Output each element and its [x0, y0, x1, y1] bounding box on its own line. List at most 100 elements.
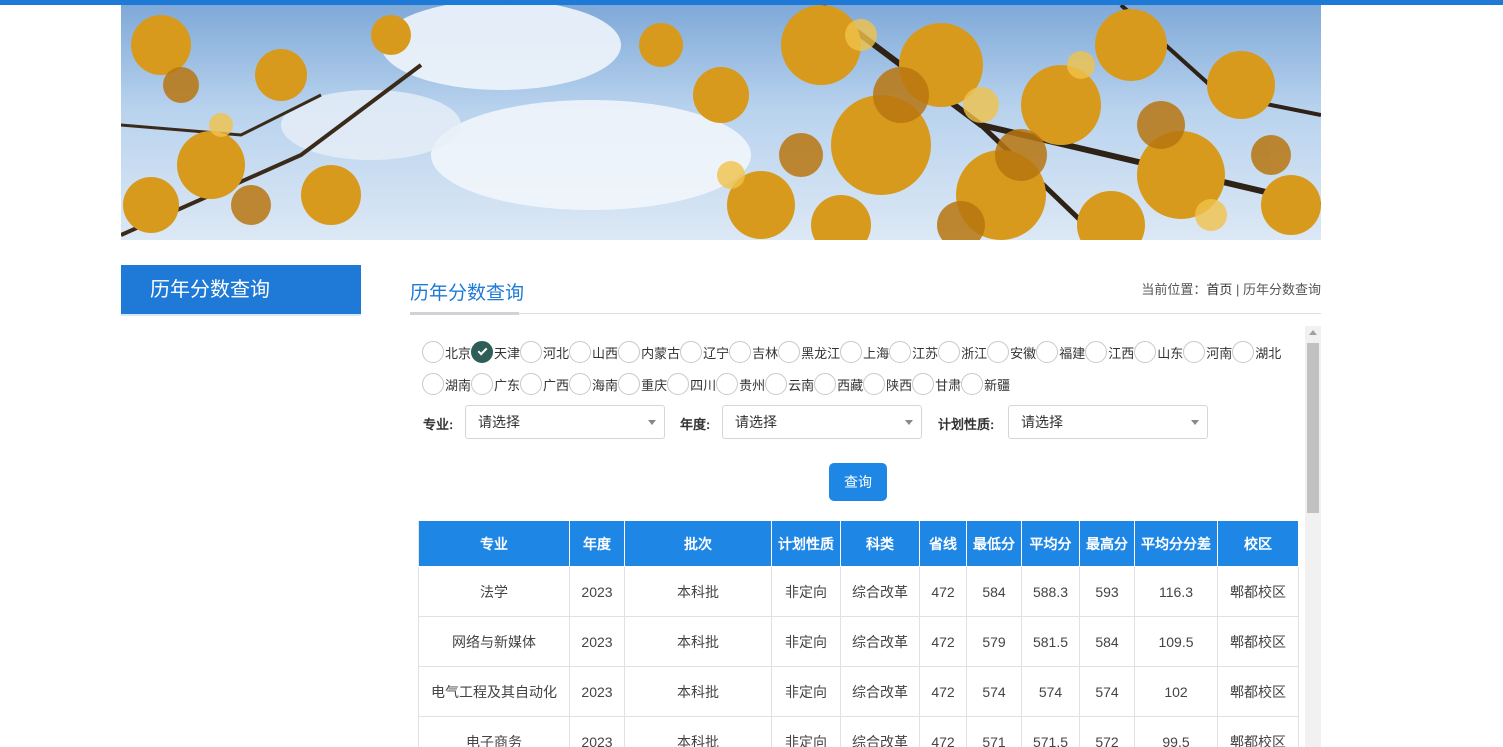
table-header-cell: 平均分	[1021, 520, 1080, 567]
year-label: 年度:	[680, 417, 711, 432]
radio-icon[interactable]	[1183, 341, 1206, 363]
province-option[interactable]: 甘肃	[912, 373, 961, 395]
radio-icon[interactable]	[667, 373, 690, 395]
table-cell: 109.5	[1134, 616, 1218, 667]
radio-icon[interactable]	[422, 341, 444, 363]
radio-icon[interactable]	[520, 373, 543, 395]
radio-icon[interactable]	[1036, 341, 1059, 363]
province-option[interactable]: 海南	[569, 373, 618, 395]
radio-icon[interactable]	[863, 373, 886, 395]
breadcrumb-current: 历年分数查询	[1242, 282, 1321, 297]
province-option[interactable]: 江苏	[889, 341, 938, 363]
province-option[interactable]: 吉林	[729, 341, 778, 363]
radio-icon[interactable]	[912, 373, 935, 395]
filter-bar: 专业: 请选择 年度: 请选择 计划性质: 请选择	[423, 405, 1303, 439]
radio-icon[interactable]	[987, 341, 1010, 363]
province-option[interactable]: 北京	[422, 341, 471, 363]
scrollbar-thumb[interactable]	[1307, 343, 1319, 513]
table-cell: 法学	[418, 566, 570, 617]
table-cell: 郫都校区	[1217, 566, 1299, 617]
table-cell: 593	[1079, 566, 1135, 617]
province-option[interactable]: 新疆	[961, 373, 1010, 395]
province-option[interactable]: 辽宁	[680, 341, 729, 363]
table-cell: 99.5	[1134, 716, 1218, 747]
province-option[interactable]: 天津	[471, 341, 520, 363]
table-header-cell: 最高分	[1079, 520, 1135, 567]
radio-icon[interactable]	[1232, 341, 1255, 363]
page-title: 历年分数查询	[410, 283, 525, 304]
province-label: 黑龙江	[801, 345, 841, 361]
province-option[interactable]: 贵州	[716, 373, 765, 395]
breadcrumb-separator: |	[1235, 282, 1240, 297]
table-cell: 581.5	[1021, 616, 1080, 667]
query-button[interactable]: 查询	[829, 463, 887, 501]
table-cell: 综合改革	[840, 616, 920, 667]
province-option[interactable]: 重庆	[618, 373, 667, 395]
checkmark-icon	[477, 345, 487, 356]
province-option[interactable]: 湖南	[422, 373, 471, 395]
province-option[interactable]: 河北	[520, 341, 569, 363]
table-cell: 588.3	[1021, 566, 1080, 617]
province-option[interactable]: 山东	[1134, 341, 1183, 363]
table-cell: 综合改革	[840, 566, 920, 617]
province-label: 辽宁	[703, 345, 730, 361]
province-label: 湖南	[445, 377, 472, 393]
province-option[interactable]: 福建	[1036, 341, 1085, 363]
radio-checked-icon[interactable]	[471, 341, 494, 363]
vertical-scrollbar[interactable]	[1305, 326, 1321, 747]
province-option[interactable]: 广西	[520, 373, 569, 395]
breadcrumb-home-link[interactable]: 首页	[1206, 282, 1232, 297]
radio-icon[interactable]	[765, 373, 788, 395]
province-option[interactable]: 上海	[840, 341, 889, 363]
radio-icon[interactable]	[778, 341, 801, 363]
radio-icon[interactable]	[814, 373, 837, 395]
radio-icon[interactable]	[729, 341, 752, 363]
radio-icon[interactable]	[569, 341, 592, 363]
table-cell: 2023	[569, 666, 625, 717]
radio-icon[interactable]	[1134, 341, 1157, 363]
province-option[interactable]: 陕西	[863, 373, 912, 395]
table-cell: 郫都校区	[1217, 666, 1299, 717]
radio-icon[interactable]	[889, 341, 912, 363]
province-row: 湖南 广东 广西 海南 重庆 四川 贵州 云南 西藏 陕西 甘肃 新疆	[422, 368, 1302, 400]
province-label: 河南	[1206, 345, 1233, 361]
radio-icon[interactable]	[520, 341, 543, 363]
province-option[interactable]: 四川	[667, 373, 716, 395]
plan-type-select[interactable]: 请选择	[1008, 405, 1208, 439]
table-header-row: 专业 年度 批次 计划性质 科类 省线 最低分 平均分 最高分 平均分分差 校区	[418, 520, 1299, 567]
province-option[interactable]: 云南	[765, 373, 814, 395]
radio-icon[interactable]	[618, 341, 641, 363]
province-option[interactable]: 江西	[1085, 341, 1134, 363]
table-row: 法学 2023 本科批 非定向 综合改革 472 584 588.3 593 116.3 郫都校区	[418, 566, 1299, 617]
radio-icon[interactable]	[680, 341, 703, 363]
radio-icon[interactable]	[938, 341, 961, 363]
major-label: 专业:	[423, 417, 454, 432]
province-option[interactable]: 山西	[569, 341, 618, 363]
province-option[interactable]: 湖北	[1232, 341, 1281, 363]
scroll-up-arrow-icon[interactable]	[1309, 330, 1317, 335]
radio-icon[interactable]	[961, 373, 984, 395]
query-panel: 北京 天津 河北 山西 内蒙古 辽宁 吉林 黑龙江 上海 江苏 浙江 安徽 福建 江西 山东 河南 湖北 湖南 广…	[410, 326, 1321, 747]
table-cell: 电子商务	[418, 716, 570, 747]
radio-icon[interactable]	[716, 373, 739, 395]
radio-icon[interactable]	[569, 373, 592, 395]
province-option[interactable]: 安徽	[987, 341, 1036, 363]
province-label: 天津	[494, 345, 521, 361]
radio-icon[interactable]	[618, 373, 641, 395]
radio-icon[interactable]	[840, 341, 863, 363]
province-option[interactable]: 黑龙江	[778, 341, 840, 363]
province-option[interactable]: 西藏	[814, 373, 863, 395]
radio-icon[interactable]	[471, 373, 494, 395]
year-select[interactable]: 请选择	[722, 405, 922, 439]
radio-icon[interactable]	[422, 373, 444, 395]
sidebar-title[interactable]: 历年分数查询	[121, 265, 361, 315]
province-option[interactable]: 内蒙古	[618, 341, 680, 363]
province-option[interactable]: 浙江	[938, 341, 987, 363]
province-label: 山东	[1157, 345, 1184, 361]
province-option[interactable]: 广东	[471, 373, 520, 395]
major-select[interactable]: 请选择	[465, 405, 665, 439]
breadcrumb-prefix: 当前位置：	[1141, 282, 1207, 297]
province-option[interactable]: 河南	[1183, 341, 1232, 363]
score-table: 专业 年度 批次 计划性质 科类 省线 最低分 平均分 最高分 平均分分差 校区 法学 2023 本科批…	[418, 520, 1299, 747]
radio-icon[interactable]	[1085, 341, 1108, 363]
